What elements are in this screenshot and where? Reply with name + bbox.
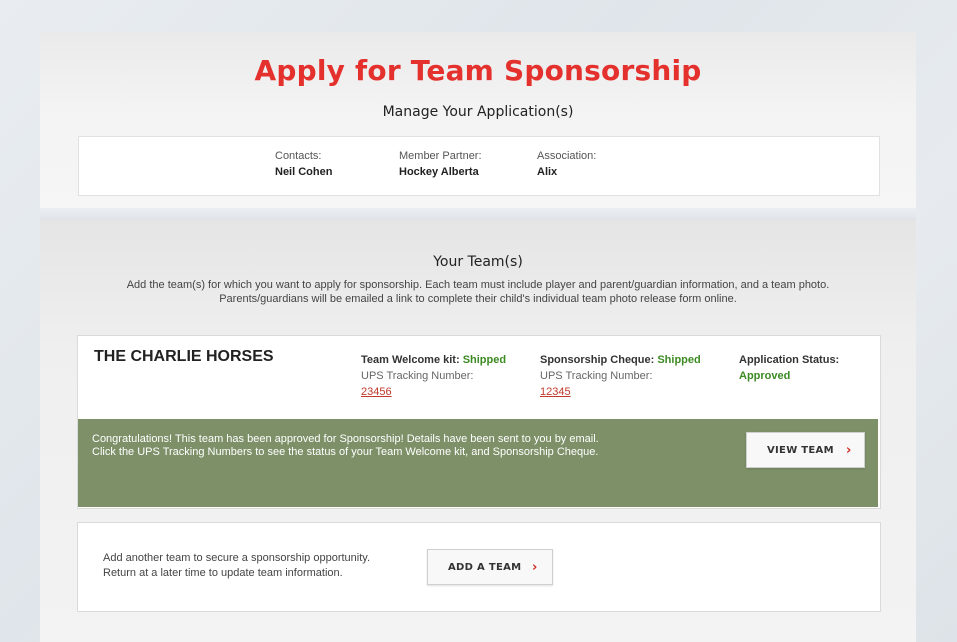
- view-team-label: VIEW TEAM: [767, 444, 834, 456]
- teams-description-line2: Parents/guardians will be emailed a link…: [219, 293, 737, 305]
- contact-item-association: Association: Alix: [537, 150, 596, 178]
- contacts-value: Neil Cohen: [275, 166, 333, 178]
- cheque-column: Sponsorship Cheque: Shipped UPS Tracking…: [540, 352, 701, 400]
- welcome-kit-column: Team Welcome kit: Shipped UPS Tracking N…: [361, 352, 506, 400]
- contact-item-contacts: Contacts: Neil Cohen: [275, 150, 332, 178]
- add-team-text: Add another team to secure a sponsorship…: [103, 551, 370, 581]
- welcome-kit-status: Shipped: [462, 354, 507, 366]
- approval-message: Congratulations! This team has been appr…: [92, 433, 612, 459]
- team-name: THE CHARLIE HORSES: [94, 348, 274, 365]
- welcome-kit-tracking-link[interactable]: 23456: [361, 386, 392, 398]
- page-subtitle: Manage Your Application(s): [382, 104, 574, 120]
- chevron-right-icon: ›: [532, 559, 538, 575]
- teams-description: Add the team(s) for which you want to ap…: [80, 278, 876, 306]
- add-team-line1: Add another team to secure a sponsorship…: [103, 552, 371, 564]
- approval-message-line2: Click the UPS Tracking Numbers to see th…: [92, 446, 599, 458]
- cheque-tracking-label: UPS Tracking Number:: [540, 370, 653, 382]
- welcome-kit-label: Team Welcome kit:: [361, 354, 460, 366]
- add-team-line2: Return at a later time to update team in…: [103, 567, 343, 579]
- contacts-label: Contacts:: [275, 150, 322, 162]
- chevron-right-icon: ›: [846, 442, 852, 458]
- application-status-column: Application Status: Approved: [739, 352, 839, 384]
- add-team-label: ADD A TEAM: [448, 561, 522, 573]
- member-partner-value: Hockey Alberta: [399, 166, 479, 178]
- application-status-value: Approved: [739, 370, 791, 382]
- approval-message-line1: Congratulations! This team has been appr…: [92, 433, 599, 445]
- application-status-label: Application Status:: [739, 354, 840, 366]
- view-team-button[interactable]: VIEW TEAM ›: [746, 432, 865, 468]
- association-value: Alix: [537, 166, 558, 178]
- cheque-status: Shipped: [657, 354, 701, 366]
- add-team-button[interactable]: ADD A TEAM ›: [427, 549, 553, 585]
- page-title: Apply for Team Sponsorship: [254, 54, 702, 87]
- cheque-tracking-link[interactable]: 12345: [540, 386, 571, 398]
- cheque-label: Sponsorship Cheque:: [540, 354, 655, 366]
- contact-info-box: Contacts: Neil Cohen Member Partner: Hoc…: [78, 136, 880, 196]
- contact-item-member-partner: Member Partner: Hockey Alberta: [399, 150, 482, 178]
- page-frame: Apply for Team Sponsorship Manage Your A…: [40, 10, 916, 642]
- teams-title: Your Team(s): [433, 254, 523, 270]
- teams-description-line1: Add the team(s) for which you want to ap…: [126, 279, 830, 291]
- section-divider: [40, 208, 916, 220]
- welcome-kit-tracking-label: UPS Tracking Number:: [361, 370, 474, 382]
- association-label: Association:: [537, 150, 597, 162]
- member-partner-label: Member Partner:: [399, 150, 482, 162]
